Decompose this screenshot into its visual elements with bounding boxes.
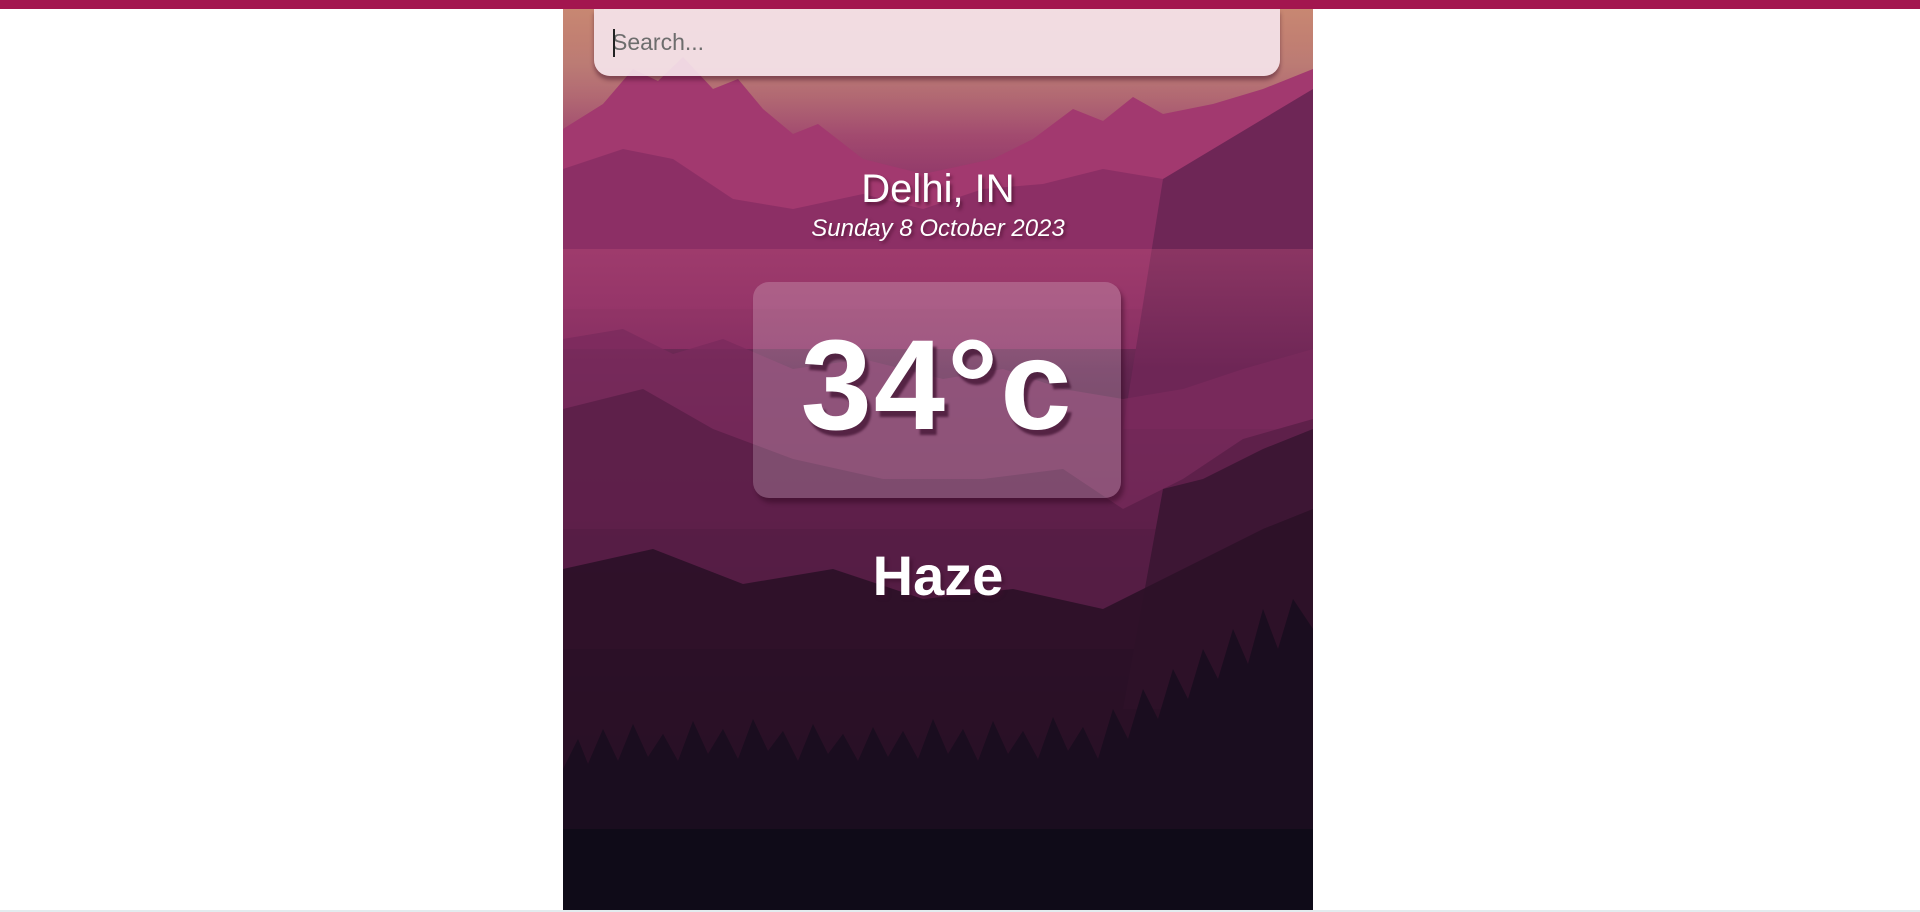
date-label: Sunday 8 October 2023 xyxy=(811,215,1065,242)
temperature-card: 34°c xyxy=(753,282,1121,498)
location-label: Delhi, IN xyxy=(861,167,1015,211)
search-input[interactable] xyxy=(594,9,1280,76)
temperature-value: 34°c xyxy=(800,314,1074,457)
text-cursor xyxy=(613,29,615,57)
weather-condition: Haze xyxy=(872,544,1004,607)
top-accent-bar xyxy=(0,0,1920,9)
weather-app: Delhi, IN Sunday 8 October 2023 34°c Haz… xyxy=(563,9,1313,912)
